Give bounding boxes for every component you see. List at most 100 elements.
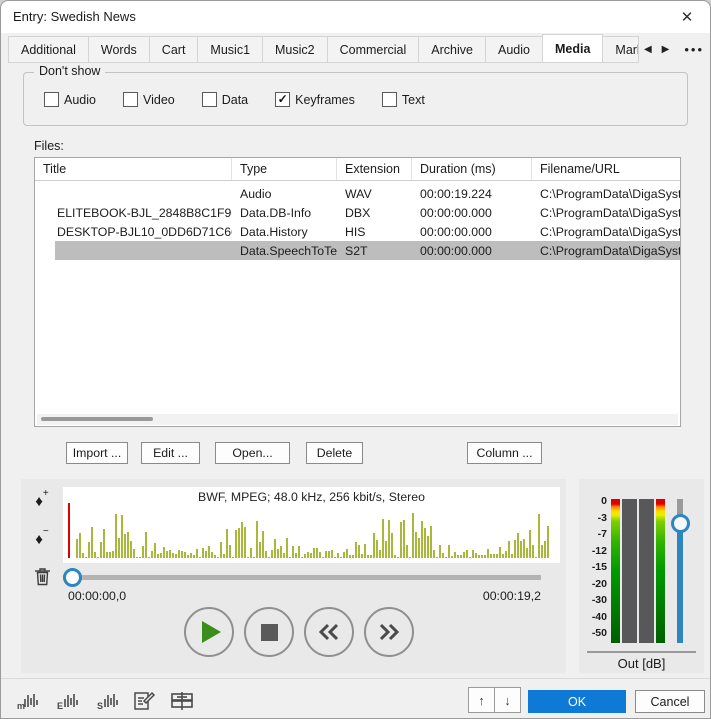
entry-dialog: Entry: Swedish News ✕ Additional Words C… (0, 0, 711, 719)
dont-show-options: Audio Video Data ✓ Keyframes Text (44, 92, 425, 107)
meter-label: Out [dB] (579, 656, 704, 671)
table-horizontal-scrollbar[interactable] (37, 414, 678, 425)
waveform-m-icon[interactable]: m (15, 688, 41, 714)
waveform-display[interactable]: BWF, MPEG; 48.0 kHz, 256 kbit/s, Stereo (63, 487, 560, 563)
edit-button[interactable]: Edit ... (141, 442, 200, 464)
checkbox-data[interactable]: Data (202, 92, 248, 107)
forward-button[interactable] (364, 607, 414, 657)
add-marker-icon[interactable]: ♦+ (35, 489, 49, 511)
time-total: 00:00:19,2 (483, 589, 541, 603)
forward-icon (377, 622, 401, 642)
title-bar: Entry: Swedish News ✕ (1, 1, 710, 33)
checkbox-data-box[interactable] (202, 92, 217, 107)
trash-icon[interactable] (34, 567, 51, 586)
output-meter-panel: 0 -3 -7 -12 -15 -20 -30 -40 -50 Out [dB] (579, 479, 704, 673)
checkbox-data-label: Data (222, 93, 248, 107)
column-header-duration[interactable]: Duration (ms) (412, 158, 532, 180)
scrollbar-thumb[interactable] (41, 417, 153, 421)
time-current: 00:00:00,0 (68, 589, 126, 603)
waveform-bars (76, 508, 556, 558)
column-header-extension[interactable]: Extension (337, 158, 412, 180)
checkbox-text-box[interactable] (382, 92, 397, 107)
seek-slider-handle[interactable] (63, 568, 82, 587)
meter-divider (587, 651, 696, 653)
tab-music2[interactable]: Music2 (262, 36, 328, 63)
checkbox-video-box[interactable] (123, 92, 138, 107)
tab-scroll-left-icon[interactable]: ◀ (639, 44, 657, 55)
tab-scroll-buttons: ◀ ▶ (639, 36, 674, 63)
seek-slider[interactable] (63, 567, 541, 587)
tab-scroll-right-icon[interactable]: ▶ (657, 44, 675, 55)
edit-document-icon[interactable] (131, 688, 157, 714)
tab-audio[interactable]: Audio (485, 36, 543, 63)
stop-button[interactable] (244, 607, 294, 657)
svg-text:m: m (17, 701, 25, 711)
playhead-marker (68, 503, 70, 558)
play-icon (202, 621, 221, 643)
tab-marker-subclip[interactable]: Marker/Subcl (602, 36, 639, 63)
down-arrow-icon: ↓ (504, 693, 511, 708)
play-button[interactable] (184, 607, 234, 657)
column-header-filename[interactable]: Filename/URL (532, 158, 680, 180)
window-title: Entry: Swedish News (13, 1, 136, 33)
files-table: Title Type Extension Duration (ms) Filen… (34, 157, 681, 427)
tab-cart[interactable]: Cart (149, 36, 199, 63)
import-button[interactable]: Import ... (66, 442, 128, 464)
tab-bar: Additional Words Cart Music1 Music2 Comm… (1, 33, 710, 63)
ok-button[interactable]: OK (528, 690, 626, 713)
meter-bar-left (622, 499, 637, 643)
close-icon[interactable]: ✕ (670, 1, 704, 33)
tab-additional[interactable]: Additional (8, 36, 89, 63)
checkbox-audio-box[interactable] (44, 92, 59, 107)
checkbox-text[interactable]: Text (382, 92, 425, 107)
audio-format-info: BWF, MPEG; 48.0 kHz, 256 kbit/s, Stereo (63, 490, 560, 504)
tab-overflow-icon[interactable]: ••• (674, 42, 710, 63)
meter-bar-right (639, 499, 654, 643)
meter-scale: 0 -3 -7 -12 -15 -20 -30 -40 -50 (579, 495, 607, 639)
tab-words[interactable]: Words (88, 36, 150, 63)
volume-slider[interactable] (669, 499, 691, 643)
move-down-button[interactable]: ↓ (494, 687, 521, 713)
cancel-button[interactable]: Cancel (635, 690, 705, 713)
delete-button[interactable]: Delete (306, 442, 363, 464)
svg-text:S: S (97, 701, 103, 711)
table-row[interactable]: DESKTOP-BJL10_0DD6D71C660... Data.Histor… (35, 222, 680, 241)
tab-commercial[interactable]: Commercial (327, 36, 420, 63)
volume-slider-track[interactable] (677, 519, 683, 643)
volume-slider-handle[interactable] (671, 514, 690, 533)
checkbox-video[interactable]: Video (123, 92, 175, 107)
svg-text:E: E (57, 701, 63, 711)
waveform-e-icon[interactable]: E (55, 688, 81, 714)
table-row[interactable]: Audio WAV 00:00:19.224 C:\ProgramData\Di… (35, 184, 680, 203)
stop-icon (261, 624, 278, 641)
move-up-button[interactable]: ↑ (468, 687, 495, 713)
table-row[interactable]: ELITEBOOK-BJL_2848B8C1F9C6... Data.DB-In… (35, 203, 680, 222)
remove-marker-icon[interactable]: ♦− (35, 527, 49, 549)
checkbox-keyframes-box[interactable]: ✓ (275, 92, 290, 107)
checkbox-keyframes[interactable]: ✓ Keyframes (275, 92, 355, 107)
transport-controls (184, 607, 414, 657)
seek-slider-track[interactable] (63, 575, 541, 580)
checkbox-text-label: Text (402, 93, 425, 107)
player-panel: ♦+ ♦− BWF, MPEG; 48.0 kHz, 256 kbit/s, S… (21, 479, 566, 673)
table-row-selected[interactable]: Data.SpeechToText S2T 00:00:00.000 C:\Pr… (35, 241, 680, 260)
checkbox-video-label: Video (143, 93, 175, 107)
footer-divider (1, 678, 710, 679)
tab-media[interactable]: Media (542, 34, 603, 63)
table-layout-icon[interactable] (169, 688, 195, 714)
rewind-button[interactable] (304, 607, 354, 657)
waveform-s-icon[interactable]: S (95, 688, 121, 714)
column-header-title[interactable]: Title (35, 158, 232, 180)
column-header-type[interactable]: Type (232, 158, 337, 180)
tab-music1[interactable]: Music1 (197, 36, 263, 63)
checkbox-audio[interactable]: Audio (44, 92, 96, 107)
files-table-body: Audio WAV 00:00:19.224 C:\ProgramData\Di… (35, 181, 680, 260)
open-button[interactable]: Open... (215, 442, 290, 464)
meter-gradient-right (656, 499, 665, 643)
tab-archive[interactable]: Archive (418, 36, 486, 63)
files-label: Files: (34, 139, 64, 153)
column-button[interactable]: Column ... (467, 442, 542, 464)
files-table-header: Title Type Extension Duration (ms) Filen… (35, 158, 680, 181)
rewind-icon (317, 622, 341, 642)
dont-show-title: Don't show (34, 64, 105, 78)
